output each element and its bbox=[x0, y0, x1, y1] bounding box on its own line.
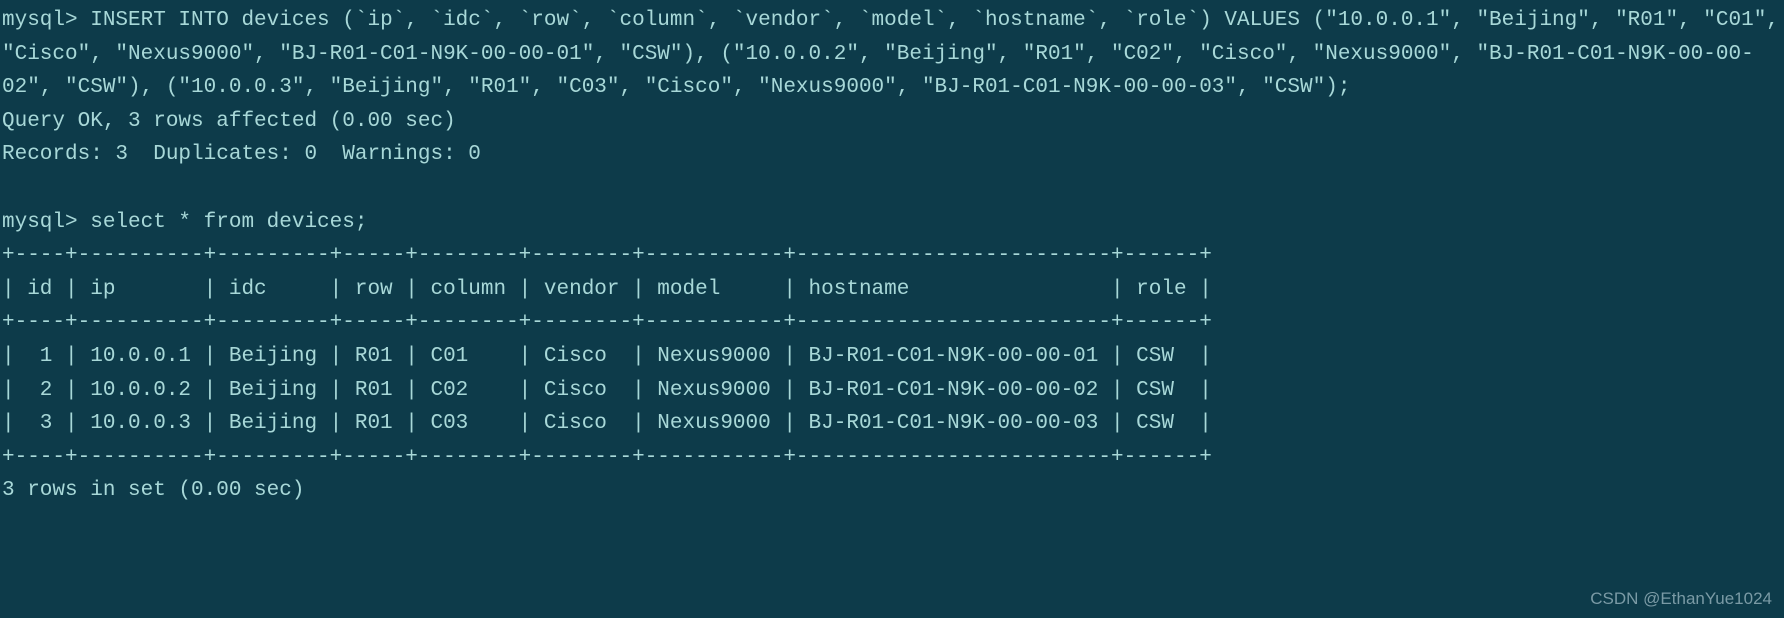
table-border-bottom: +----+----------+---------+-----+-------… bbox=[2, 446, 1212, 469]
rows-in-set-message: 3 rows in set (0.00 sec) bbox=[2, 479, 304, 502]
table-header-row: | id | ip | idc | row | column | vendor … bbox=[2, 278, 1212, 301]
table-row: | 3 | 10.0.0.3 | Beijing | R01 | C03 | C… bbox=[2, 412, 1212, 435]
mysql-prompt: mysql> bbox=[2, 9, 90, 32]
watermark-text: CSDN @EthanYue1024 bbox=[1590, 585, 1772, 612]
table-row: | 2 | 10.0.0.2 | Beijing | R01 | C02 | C… bbox=[2, 379, 1212, 402]
table-border-mid: +----+----------+---------+-----+-------… bbox=[2, 311, 1212, 334]
table-border-top: +----+----------+---------+-----+-------… bbox=[2, 244, 1212, 267]
insert-statement: INSERT INTO devices (`ip`, `idc`, `row`,… bbox=[2, 9, 1784, 99]
table-row: | 1 | 10.0.0.1 | Beijing | R01 | C01 | C… bbox=[2, 345, 1212, 368]
query-ok-message: Query OK, 3 rows affected (0.00 sec) bbox=[2, 110, 456, 133]
mysql-prompt: mysql> bbox=[2, 211, 90, 234]
records-summary: Records: 3 Duplicates: 0 Warnings: 0 bbox=[2, 143, 481, 166]
terminal-output[interactable]: mysql> INSERT INTO devices (`ip`, `idc`,… bbox=[0, 0, 1784, 512]
select-statement: select * from devices; bbox=[90, 211, 367, 234]
